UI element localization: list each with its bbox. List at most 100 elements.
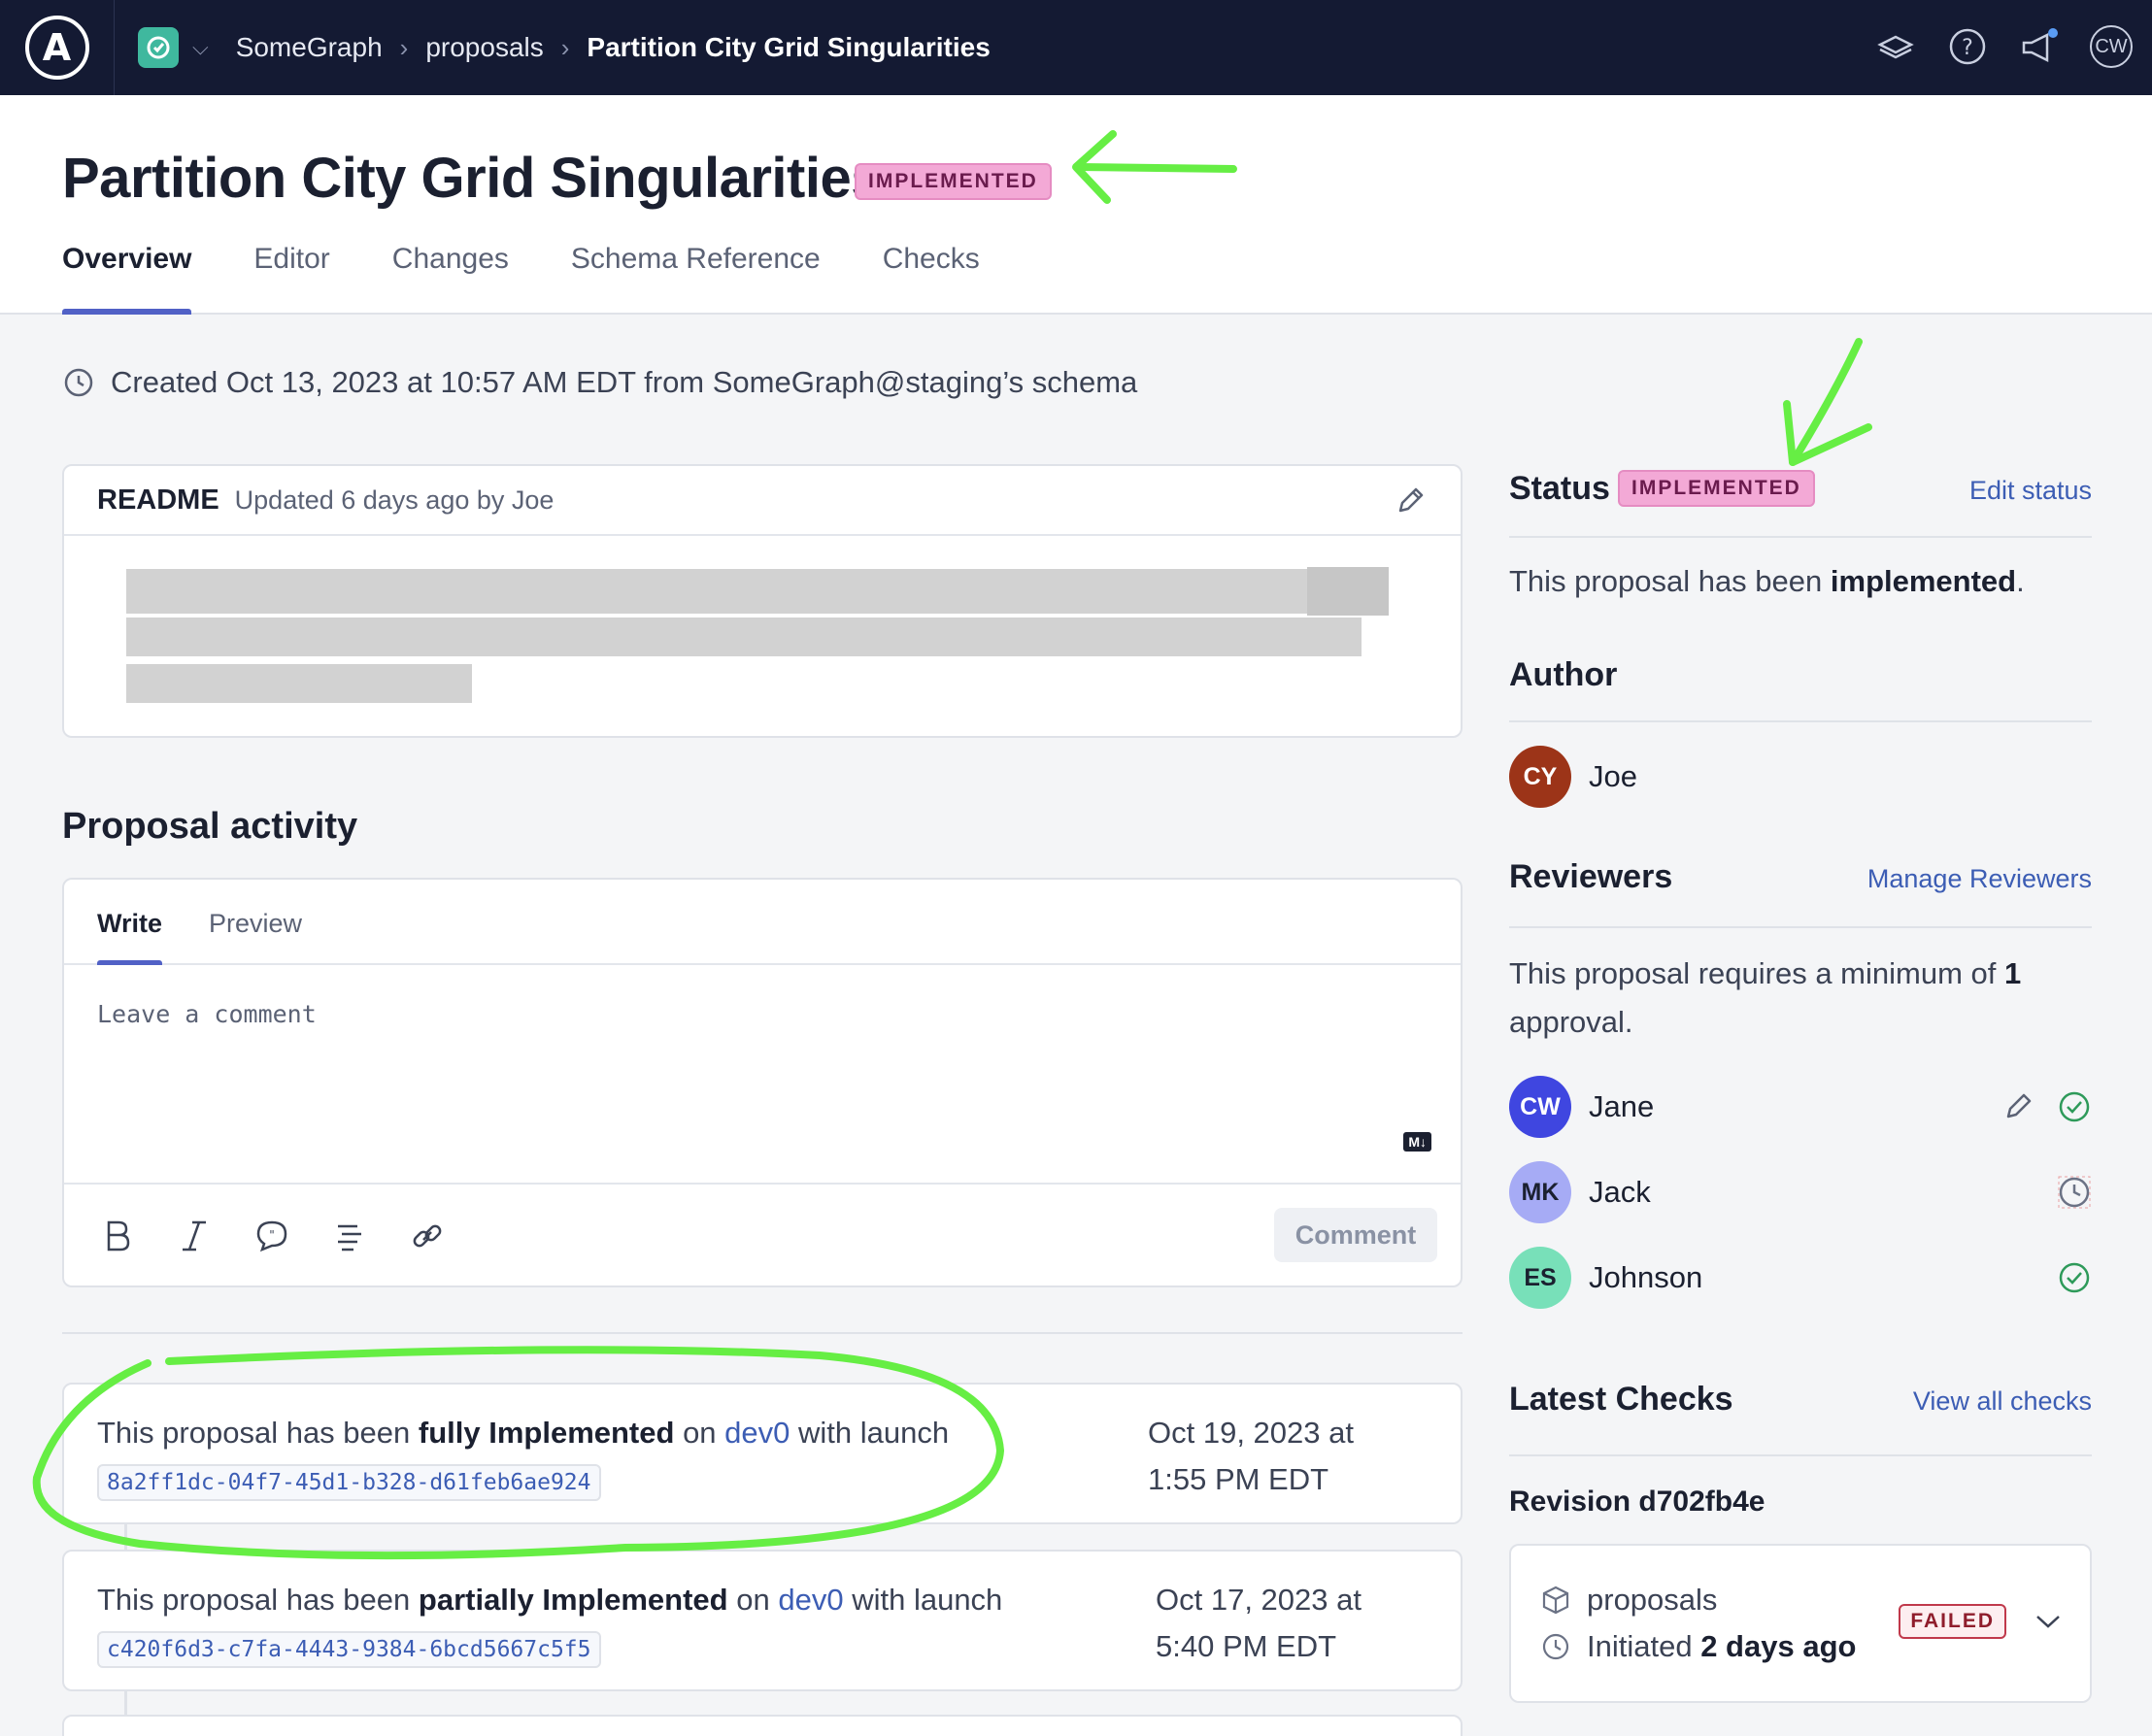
bold-icon[interactable]: [99, 1219, 134, 1253]
redacted-text-block: [1307, 567, 1389, 616]
activity-suffix: with launch: [798, 1416, 950, 1450]
breadcrumb-current: Partition City Grid Singularities: [587, 32, 991, 62]
svg-text:?: ?: [1962, 36, 1973, 60]
activity-emphasis: partially Implemented: [418, 1583, 728, 1617]
breadcrumb-variant[interactable]: proposals: [425, 32, 543, 63]
annotation-arrow-status: [1783, 338, 1872, 466]
apollo-logo-cell[interactable]: A: [0, 0, 115, 95]
check-initiated-row: Initiated 2 days ago: [1540, 1629, 1856, 1664]
req-suffix: approval.: [1509, 1005, 1633, 1039]
status-text-bold: implemented: [1830, 564, 2017, 598]
check-variant-row: proposals: [1540, 1583, 1717, 1618]
activity-emphasis: fully Implemented: [418, 1416, 675, 1450]
variant-link[interactable]: dev0: [778, 1583, 843, 1617]
readme-label: README: [97, 484, 219, 516]
status-text: This proposal has been implemented.: [1509, 557, 2092, 606]
edit-review-icon[interactable]: [2001, 1089, 2035, 1124]
readme-header: README Updated 6 days ago by Joe: [64, 466, 1461, 536]
tab-preview[interactable]: Preview: [209, 880, 302, 963]
launch-id-link[interactable]: c420f6d3-c7fa-4443-9384-6bcd5667c5f5: [97, 1631, 601, 1668]
clock-icon: [1542, 1633, 1569, 1660]
activity-mid: on: [683, 1416, 717, 1450]
initiated-time: 2 days ago: [1700, 1629, 1857, 1663]
tab-editor[interactable]: Editor: [253, 243, 329, 315]
variant-link[interactable]: dev0: [724, 1416, 790, 1450]
launch-id-link[interactable]: 8a2ff1dc-04f7-45d1-b328-d61feb6ae924: [97, 1464, 601, 1501]
reviewer-row[interactable]: CW Jane: [1509, 1076, 2092, 1138]
page-title: Partition City Grid Singularities: [62, 147, 882, 210]
formatting-toolbar: " Comment: [64, 1183, 1461, 1287]
learn-icon[interactable]: [1874, 25, 1917, 68]
avatar: CY: [1509, 746, 1571, 808]
divider: [1509, 536, 2092, 538]
edit-readme-icon[interactable]: [1393, 484, 1428, 523]
activity-divider: [62, 1332, 1463, 1334]
announcements-icon[interactable]: [2018, 25, 2061, 68]
activity-item: This proposal has been fully Implemented…: [62, 1383, 1463, 1524]
apollo-logo-icon[interactable]: A: [24, 16, 89, 80]
created-info: Created Oct 13, 2023 at 10:57 AM EDT fro…: [62, 365, 1137, 400]
list-icon[interactable]: [332, 1219, 367, 1253]
avatar: MK: [1509, 1161, 1571, 1223]
status-text-prefix: This proposal has been: [1509, 564, 1823, 598]
reviewer-name: Jack: [1589, 1175, 1651, 1209]
activity-text: This proposal has been partially Impleme…: [97, 1577, 1002, 1670]
tab-write[interactable]: Write: [97, 880, 163, 965]
req-prefix: This proposal requires a minimum of: [1509, 956, 1997, 990]
breadcrumb-graph[interactable]: SomeGraph: [236, 32, 383, 63]
graph-icon[interactable]: [138, 27, 179, 68]
history-icon: [64, 368, 93, 397]
created-text: Created Oct 13, 2023 at 10:57 AM EDT fro…: [111, 365, 1138, 399]
reviewer-row[interactable]: ES Johnson: [1509, 1247, 2092, 1309]
activity-prefix: This proposal has been: [97, 1583, 411, 1617]
svg-text:": ": [269, 1228, 275, 1242]
redacted-text-block: [126, 664, 472, 703]
quote-icon[interactable]: ": [254, 1219, 289, 1253]
reviewer-name: Jane: [1589, 1089, 1655, 1123]
tab-checks[interactable]: Checks: [883, 243, 980, 315]
view-all-checks-link[interactable]: View all checks: [1913, 1386, 2092, 1417]
reviewers-title: Reviewers: [1509, 858, 1673, 895]
activity-date: Oct 17, 2023 at 5:40 PM EDT: [1156, 1583, 1362, 1663]
tab-overview[interactable]: Overview: [62, 243, 192, 315]
activity-text: This proposal has been fully Implemented…: [97, 1410, 949, 1503]
chevron-down-icon[interactable]: [2034, 1612, 2063, 1631]
initiated-prefix: Initiated: [1587, 1629, 1693, 1663]
chevron-down-icon[interactable]: ⌵: [192, 35, 209, 60]
tab-changes[interactable]: Changes: [392, 243, 509, 315]
comment-input[interactable]: Leave a comment: [97, 1000, 317, 1028]
proposal-activity-title: Proposal activity: [62, 806, 358, 847]
reviewer-row[interactable]: MK Jack: [1509, 1161, 2092, 1223]
activity-prefix: This proposal has been: [97, 1416, 411, 1450]
status-title: Status: [1509, 470, 1610, 507]
author-title: Author: [1509, 656, 1618, 693]
italic-icon[interactable]: [177, 1219, 212, 1253]
top-nav: A ⌵ SomeGraph › proposals › Partition Ci…: [0, 0, 2152, 95]
comment-button[interactable]: Comment: [1274, 1208, 1437, 1262]
link-icon[interactable]: [410, 1219, 445, 1253]
redacted-text-block: [126, 618, 1362, 656]
reviewers-requirement: This proposal requires a minimum of 1 ap…: [1509, 950, 2092, 1047]
comment-editor: Write Preview Leave a comment M↓ " Comme…: [62, 878, 1463, 1287]
tab-schema-reference[interactable]: Schema Reference: [571, 243, 821, 315]
check-variant: proposals: [1587, 1583, 1718, 1617]
activity-mid: on: [736, 1583, 770, 1617]
check-card[interactable]: proposals Initiated 2 days ago FAILED: [1509, 1544, 2092, 1703]
proposal-tabs: Overview Editor Changes Schema Reference…: [62, 243, 980, 315]
edit-status-link[interactable]: Edit status: [1969, 476, 2092, 506]
approved-check-icon: [2059, 1262, 2090, 1293]
check-status-badge: FAILED: [1899, 1604, 2006, 1639]
avatar: ES: [1509, 1247, 1571, 1309]
redacted-text-block: [126, 569, 1389, 614]
readme-card: README Updated 6 days ago by Joe: [62, 464, 1463, 738]
status-badge: IMPLEMENTED: [855, 163, 1052, 200]
reviewer-name: Johnson: [1589, 1260, 1703, 1294]
markdown-icon: M↓: [1403, 1132, 1431, 1152]
user-avatar[interactable]: CW: [2090, 25, 2133, 68]
divider: [1509, 1454, 2092, 1456]
status-badge: IMPLEMENTED: [1618, 470, 1815, 507]
author[interactable]: CY Joe: [1509, 746, 1637, 808]
proposal-header: Partition City Grid Singularities IMPLEM…: [0, 95, 2152, 315]
help-icon[interactable]: ?: [1946, 25, 1989, 68]
manage-reviewers-link[interactable]: Manage Reviewers: [1867, 864, 2092, 894]
